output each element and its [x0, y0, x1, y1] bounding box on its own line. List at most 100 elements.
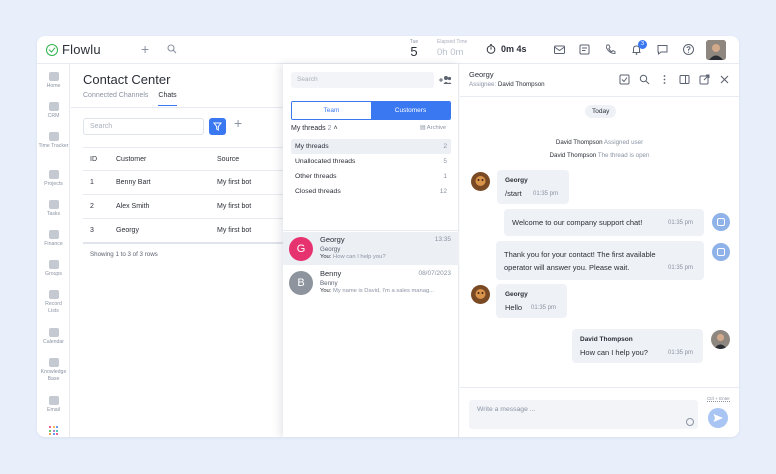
- groups-icon: [48, 260, 59, 269]
- conversation-subtitle: Benny: [320, 280, 338, 287]
- open-external-icon[interactable]: [699, 74, 710, 85]
- system-text: Assigned user: [603, 139, 644, 146]
- my-threads-dropdown[interactable]: My threads 2 ˄: [291, 125, 338, 132]
- message-input[interactable]: Write a message ...: [469, 400, 698, 429]
- filter-unallocated-threads[interactable]: Unallocated threads 5: [291, 154, 451, 169]
- system-message: David Thompson Assigned user: [460, 139, 739, 146]
- emoji-icon[interactable]: [686, 418, 694, 426]
- apps-grid-icon[interactable]: [49, 426, 58, 435]
- add-icon[interactable]: +: [234, 115, 242, 131]
- elapsed-label: Elapsed Time: [437, 39, 468, 45]
- check-square-icon[interactable]: [619, 74, 630, 85]
- archive-label: Archive: [426, 125, 447, 131]
- send-icon: [713, 414, 723, 422]
- preview-text: My name is David, I'm a sales manag...: [333, 288, 435, 294]
- stopwatch-icon: [486, 44, 496, 54]
- nav-item-tasks[interactable]: Tasks: [37, 200, 70, 218]
- nav-item-time-tracker[interactable]: Time Tracker: [37, 132, 70, 150]
- assignee-name[interactable]: David Thompson: [498, 81, 545, 88]
- tab-team[interactable]: Team: [292, 102, 371, 119]
- user-avatar[interactable]: [706, 40, 726, 60]
- column-header-customer[interactable]: Customer: [108, 156, 209, 163]
- bot-avatar-icon: [712, 243, 730, 261]
- nav-label: Projects: [44, 181, 63, 187]
- close-icon[interactable]: [719, 74, 730, 85]
- search-icon[interactable]: [167, 44, 177, 54]
- tab-connected-channels[interactable]: Connected Channels: [83, 92, 148, 106]
- nav-item-crm[interactable]: CRM: [37, 102, 70, 120]
- message-sender: Georgy: [505, 291, 528, 298]
- conversation-subtitle: Georgy: [320, 246, 341, 253]
- date-chip: Today: [585, 105, 617, 118]
- message-bubble: Welcome to our company support chat! 01:…: [504, 209, 704, 236]
- tabs: Connected Channels Chats: [83, 92, 177, 106]
- crm-icon: [48, 102, 59, 111]
- thread-search-input[interactable]: Search: [291, 72, 434, 88]
- nav-label: Groups: [44, 271, 62, 277]
- nav-item-projects[interactable]: Projects: [37, 170, 70, 188]
- filter-other-threads[interactable]: Other threads 1: [291, 169, 451, 184]
- chat-contact-name: Georgy: [469, 70, 494, 79]
- conversation-item[interactable]: B Benny 08/07/2023 Benny You: My name is…: [283, 266, 459, 299]
- nav-label: Finance: [44, 241, 63, 247]
- record-lists-icon: [48, 290, 59, 299]
- conversation-item[interactable]: G Georgy 13:35 Georgy You: How can I hel…: [283, 232, 459, 265]
- nav-item-calendar[interactable]: Calendar: [37, 328, 70, 346]
- contact-center-panel: Contact Center Connected Channels Chats …: [71, 64, 283, 437]
- message-sender: Georgy: [505, 177, 528, 184]
- nav-item-email[interactable]: Email: [37, 396, 70, 414]
- table-row[interactable]: 2 Alex Smith My first bot: [83, 195, 283, 219]
- filter-closed-threads[interactable]: Closed threads 12: [291, 184, 451, 199]
- nav-label: Record Lists: [45, 301, 62, 314]
- app-logo[interactable]: Flowlu: [46, 42, 101, 57]
- day-number: 5: [410, 44, 418, 59]
- top-bar: Flowlu + Tue 5 Elapsed Time 0h 0m 0m 4s …: [37, 36, 739, 64]
- chat-assignee: Assignee: David Thompson: [469, 81, 545, 88]
- help-icon[interactable]: [682, 43, 695, 56]
- nav-item-record-lists[interactable]: Record Lists: [37, 290, 70, 314]
- message-time: 01:35 pm: [533, 191, 559, 197]
- phone-icon[interactable]: [604, 43, 617, 56]
- chat-icon[interactable]: [656, 43, 669, 56]
- home-icon: [48, 72, 59, 81]
- filter-count: 12: [439, 188, 447, 195]
- message-text: Welcome to our company support chat!: [512, 218, 643, 227]
- search-icon[interactable]: [639, 74, 650, 85]
- my-threads-count: 2: [327, 125, 332, 132]
- table-footer: Showing 1 to 3 of 3 rows: [83, 242, 283, 264]
- message-bubble: David Thompson How can I help you? 01:35…: [572, 329, 703, 363]
- logo-check-icon: [46, 43, 58, 56]
- table-header: ID Customer Source: [83, 148, 283, 171]
- filter-button[interactable]: [209, 118, 226, 135]
- nav-item-home[interactable]: Home: [37, 72, 70, 90]
- conversation-time: 13:35: [434, 236, 451, 243]
- nav-label: Email: [47, 407, 60, 413]
- search-input[interactable]: Search: [83, 118, 204, 135]
- tab-chats[interactable]: Chats: [158, 92, 177, 106]
- archive-icon: ▤: [420, 125, 426, 131]
- you-label: You:: [320, 254, 332, 260]
- tab-customers[interactable]: Customers: [371, 102, 450, 119]
- more-vertical-icon[interactable]: [659, 74, 670, 85]
- add-icon[interactable]: +: [141, 41, 149, 57]
- elapsed-value: 0h 0m: [437, 47, 464, 58]
- nav-item-groups[interactable]: Groups: [37, 260, 70, 278]
- send-button[interactable]: [708, 408, 728, 428]
- tasks-icon[interactable]: [578, 43, 591, 56]
- column-header-source[interactable]: Source: [209, 156, 283, 163]
- table-row[interactable]: 3 Georgy My first bot: [83, 219, 283, 243]
- table-row[interactable]: 1 Benny Bart My first bot: [83, 171, 283, 195]
- filter-my-threads[interactable]: My threads 2: [291, 139, 451, 154]
- message-time: 01:35 pm: [668, 350, 694, 356]
- avatar: [711, 330, 730, 349]
- timer[interactable]: 0m 4s: [486, 44, 527, 54]
- archive-button[interactable]: ▤ Archive: [420, 125, 446, 131]
- mail-icon[interactable]: [553, 43, 566, 56]
- nav-item-knowledge-base[interactable]: Knowledge Base: [37, 358, 70, 382]
- nav-item-finance[interactable]: Finance: [37, 230, 70, 248]
- column-header-id[interactable]: ID: [83, 156, 108, 163]
- system-text: The thread is open: [597, 152, 650, 159]
- cell-customer: Georgy: [116, 227, 139, 234]
- add-user-icon[interactable]: [438, 74, 452, 86]
- sidebar-panel-icon[interactable]: [679, 74, 690, 85]
